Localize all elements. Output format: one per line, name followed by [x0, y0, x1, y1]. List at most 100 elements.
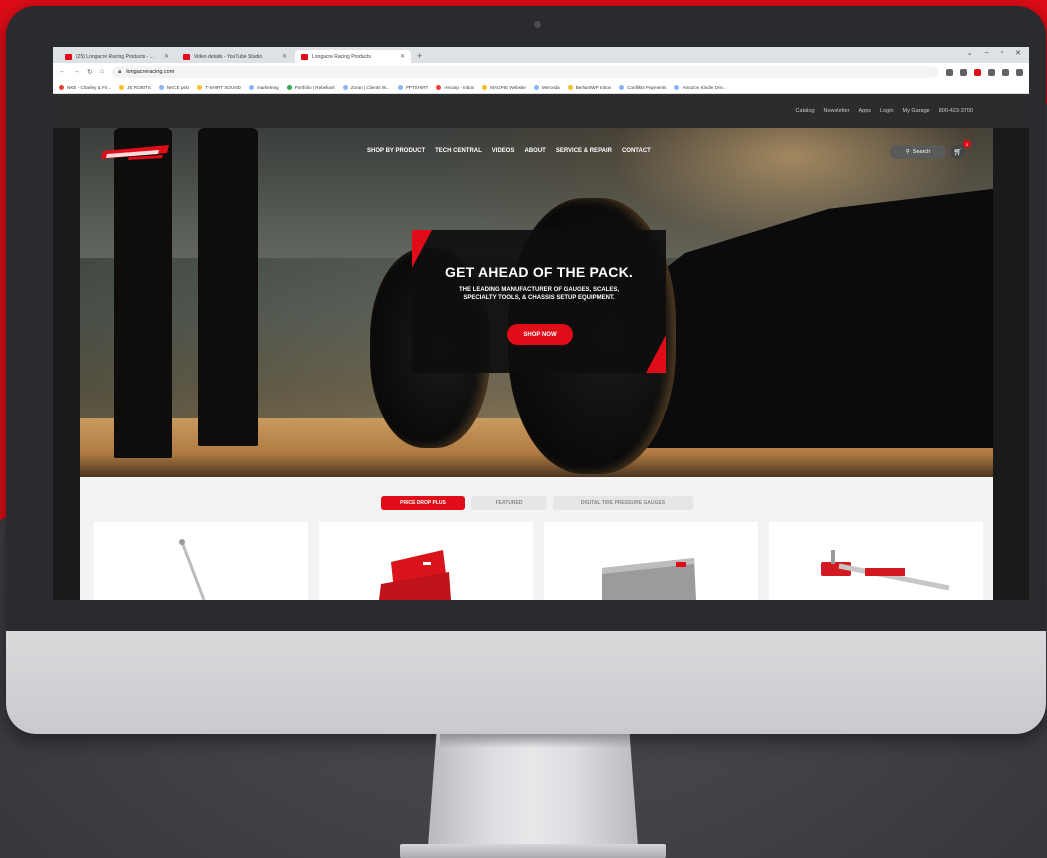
- hero-headline: GET AHEAD OF THE PACK.: [445, 264, 633, 280]
- window-controls: ⌄ – ▫ ✕: [967, 49, 1021, 57]
- bookmark[interactable]: Portfolio | Rebeliant: [286, 84, 335, 90]
- hero-promo-box: GET AHEAD OF THE PACK. THE LEADING MANUF…: [412, 230, 666, 373]
- product-tabs: PRICE DROP PLUS FEATURED DIGITAL TIRE PR…: [381, 496, 693, 510]
- screen: (25) Longacre Racing Products - ... ✕ Vi…: [53, 47, 1029, 600]
- youtube-icon: [183, 53, 190, 60]
- red-accent: [646, 335, 666, 373]
- cart-count-badge: 0: [963, 140, 971, 148]
- product-image-red-cart: [379, 550, 451, 600]
- url-field[interactable]: 🔒︎ longacreracing.com: [112, 66, 938, 78]
- bookmark[interactable]: T-SHIRT SOUND: [197, 84, 241, 90]
- bookmark-icon: [533, 84, 539, 90]
- bookmark[interactable]: PPTSHIRT: [397, 84, 428, 90]
- bookmark[interactable]: MAGPIE Website: [482, 84, 526, 90]
- nav-shop-by-product[interactable]: SHOP BY PRODUCT: [367, 148, 425, 154]
- shop-now-button[interactable]: SHOP NOW: [507, 324, 573, 345]
- search-icon: ⚲: [905, 149, 910, 155]
- cart-icon[interactable]: 🛒︎: [951, 145, 965, 159]
- youtube-icon: [65, 53, 72, 60]
- lock-icon: 🔒︎: [118, 68, 122, 75]
- tab-title: (25) Longacre Racing Products - ...: [76, 53, 154, 60]
- utility-link-login[interactable]: Login: [880, 108, 893, 114]
- nav-service-repair[interactable]: SERVICE & REPAIR: [556, 148, 612, 154]
- utility-link-catalog[interactable]: Catalog: [796, 108, 815, 114]
- utility-bar: Catalog Newsletter Apps Login My Garage …: [53, 94, 1029, 128]
- browser-tab-active[interactable]: Longacre Racing Products ✕: [295, 50, 411, 63]
- close-icon[interactable]: ✕: [282, 53, 287, 60]
- nav-controls: ← → ↻ ⌂: [59, 68, 104, 76]
- bookmark[interactable]: Zoran | Clients W...: [342, 84, 390, 90]
- stand-shadow: [440, 734, 630, 748]
- red-accent: [412, 230, 432, 268]
- tab-digital-tire-pressure-gauges[interactable]: DIGITAL TIRE PRESSURE GAUGES: [553, 496, 693, 510]
- bookmark[interactable]: NKE - Charley & Fri...: [59, 84, 111, 90]
- utility-link-phone[interactable]: 800-423-3700: [939, 108, 973, 114]
- product-card[interactable]: [94, 522, 308, 600]
- bookmark[interactable]: marketneg: [248, 84, 279, 90]
- close-window-icon[interactable]: ✕: [1015, 49, 1021, 57]
- bookmark[interactable]: Conflikts Payments: [619, 84, 666, 90]
- share-icon[interactable]: [946, 68, 953, 76]
- site-header: SHOP BY PRODUCT TECH CENTRAL VIDEOS ABOU…: [80, 128, 993, 172]
- forward-icon[interactable]: →: [73, 68, 80, 76]
- chevron-down-icon[interactable]: ⌄: [967, 49, 973, 57]
- home-icon[interactable]: ⌂: [100, 68, 104, 76]
- browser-tab-bar: (25) Longacre Racing Products - ... ✕ Vi…: [53, 47, 1029, 63]
- main-nav: SHOP BY PRODUCT TECH CENTRAL VIDEOS ABOU…: [367, 148, 651, 154]
- search-button[interactable]: ⚲ Search: [890, 145, 946, 159]
- star-icon[interactable]: [960, 68, 967, 76]
- back-icon[interactable]: ←: [59, 68, 66, 76]
- bookmark-icon: [436, 84, 442, 90]
- tab-title: Longacre Racing Products: [312, 53, 371, 60]
- close-icon[interactable]: ✕: [164, 53, 169, 60]
- bookmark-icon: [567, 84, 573, 90]
- search-label: Search: [912, 149, 931, 155]
- extension-icon[interactable]: [974, 68, 981, 76]
- bookmark-icon: [59, 84, 64, 90]
- person-silhouette: [198, 128, 258, 446]
- bookmark[interactable]: Amazon Kindle Driv...: [674, 84, 726, 90]
- bookmark[interactable]: Merceda: [533, 84, 560, 90]
- longacre-logo[interactable]: [99, 143, 173, 163]
- puzzle-icon[interactable]: [988, 68, 995, 76]
- tab-featured[interactable]: FEATURED: [471, 496, 547, 510]
- site-favicon-icon: [301, 53, 308, 60]
- product-image-chassis-tool: [821, 550, 950, 591]
- bookmark-icon: [286, 84, 292, 90]
- product-image-steel-box: [602, 558, 696, 600]
- reload-icon[interactable]: ↻: [87, 68, 93, 76]
- product-section: PRICE DROP PLUS FEATURED DIGITAL TIRE PR…: [80, 477, 993, 600]
- tab-price-drop-plus[interactable]: PRICE DROP PLUS: [381, 496, 465, 510]
- bookmark[interactable]: BerliantWP Inbox: [567, 84, 611, 90]
- bookmark-icon: [674, 84, 680, 90]
- bookmark-icon: [248, 84, 254, 90]
- nav-tech-central[interactable]: TECH CENTRAL: [435, 148, 482, 154]
- maximize-icon[interactable]: ▫: [1001, 49, 1003, 57]
- product-card[interactable]: [544, 522, 758, 600]
- bookmark-icon: [397, 84, 403, 90]
- minimize-icon[interactable]: –: [985, 49, 989, 57]
- tab-title: Video details - YouTube Studio: [194, 53, 263, 60]
- bookmark[interactable]: rrecarp - Inbox: [436, 84, 474, 90]
- product-card[interactable]: [769, 522, 983, 600]
- nav-about[interactable]: ABOUT: [524, 148, 545, 154]
- nav-videos[interactable]: VIDEOS: [492, 148, 515, 154]
- product-image-gauge-tool: [179, 539, 206, 600]
- utility-link-newsletter[interactable]: Newsletter: [824, 108, 850, 114]
- menu-icon[interactable]: [1016, 68, 1023, 76]
- product-card[interactable]: [319, 522, 533, 600]
- bookmark-icon: [342, 84, 348, 90]
- utility-link-my-garage[interactable]: My Garage: [903, 108, 930, 114]
- extensions: [946, 68, 1023, 76]
- bookmark[interactable]: NKCE pelz: [158, 84, 189, 90]
- close-icon[interactable]: ✕: [400, 53, 405, 60]
- bookmark[interactable]: JE ROBITS: [119, 84, 151, 90]
- monitor-stand-base: [400, 844, 666, 858]
- nav-contact[interactable]: CONTACT: [622, 148, 651, 154]
- bookmark-icon: [158, 84, 164, 90]
- browser-tab[interactable]: (25) Longacre Racing Products - ... ✕: [59, 50, 175, 63]
- utility-link-apps[interactable]: Apps: [859, 108, 872, 114]
- browser-tab[interactable]: Video details - YouTube Studio ✕: [177, 50, 293, 63]
- profile-icon[interactable]: [1002, 68, 1009, 76]
- new-tab-button[interactable]: +: [417, 50, 422, 63]
